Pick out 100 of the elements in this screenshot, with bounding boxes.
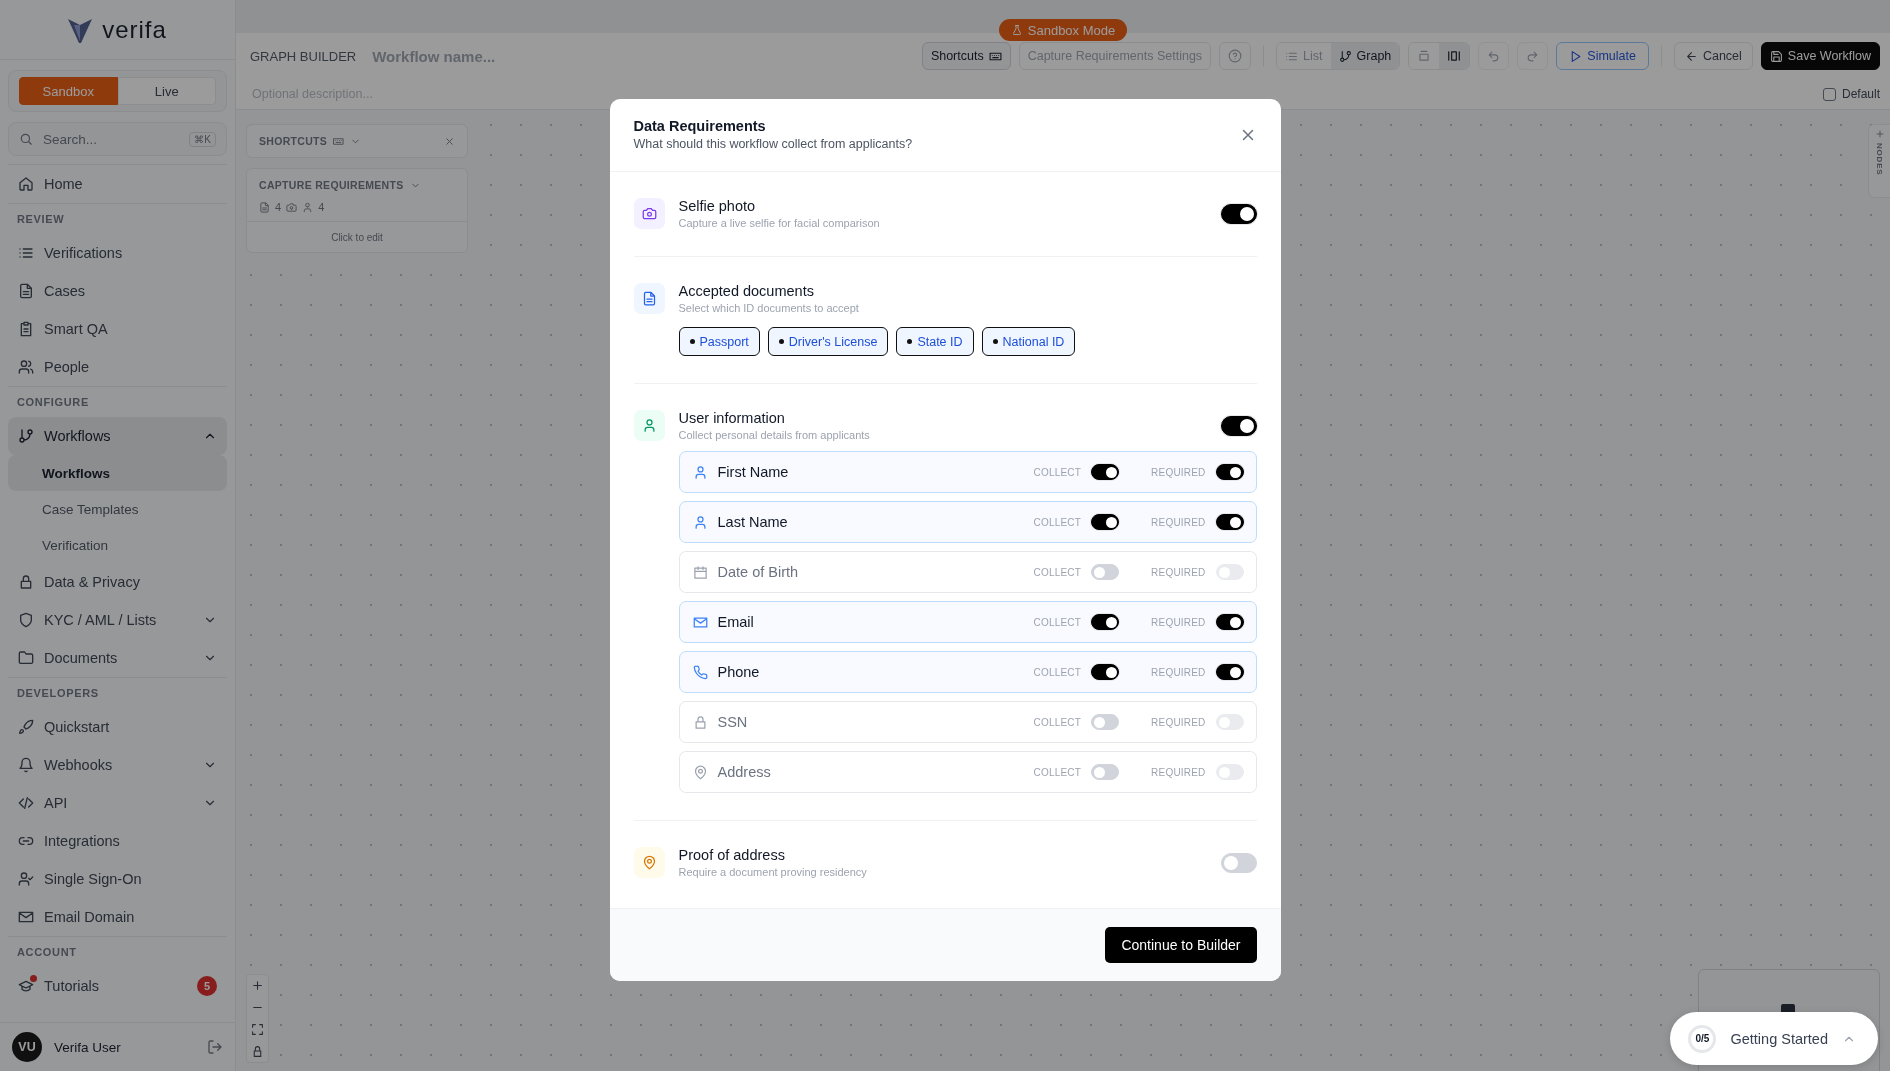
sidebar-item[interactable]: Tutorials 5 bbox=[8, 967, 227, 1005]
graduation-cap-icon bbox=[18, 978, 34, 994]
document-chip[interactable]: Driver's License bbox=[767, 327, 889, 356]
sidebar-item[interactable]: KYC / AML / Lists bbox=[8, 601, 227, 639]
view-tab[interactable]: Graph bbox=[1330, 43, 1400, 69]
lock-icon bbox=[692, 714, 708, 730]
toggle-switch[interactable] bbox=[1220, 203, 1257, 224]
lock-icon bbox=[18, 574, 34, 590]
logo-icon bbox=[68, 16, 93, 43]
search-box[interactable]: Search... ⌘K bbox=[8, 122, 227, 156]
document-icon bbox=[259, 201, 270, 213]
help-icon bbox=[1228, 49, 1243, 63]
required-label: REQUIRED bbox=[1151, 566, 1206, 578]
document-chip[interactable]: Passport bbox=[678, 327, 760, 356]
user-avatar[interactable]: VU bbox=[12, 1032, 42, 1062]
simulate-button[interactable]: Simulate bbox=[1556, 42, 1649, 70]
save-button[interactable]: Save Workflow bbox=[1760, 42, 1880, 70]
users-icon bbox=[18, 359, 34, 375]
section-description: Require a document proving residency bbox=[678, 866, 868, 878]
card-title: CAPTURE REQUIREMENTS bbox=[259, 179, 404, 191]
sidebar-item[interactable]: Smart QA bbox=[8, 310, 227, 348]
user-icon bbox=[641, 418, 657, 433]
sidebar-item[interactable]: Documents bbox=[8, 639, 227, 677]
toggle-switch[interactable] bbox=[1220, 415, 1257, 436]
arrow-left-icon bbox=[1684, 49, 1698, 63]
redo-icon bbox=[1526, 49, 1540, 63]
section-heading: ACCOUNT bbox=[17, 946, 77, 958]
user-icon bbox=[692, 464, 708, 480]
sidebar-item[interactable]: Verifications bbox=[8, 234, 227, 272]
location-pin-icon bbox=[641, 855, 657, 870]
document-chip[interactable]: State ID bbox=[896, 327, 974, 356]
branch-icon bbox=[1338, 49, 1352, 63]
environment-tab[interactable]: Live bbox=[117, 77, 216, 105]
cancel-button[interactable]: Cancel bbox=[1673, 42, 1753, 70]
sidebar-item[interactable]: Email Domain bbox=[8, 898, 227, 936]
document-icon bbox=[18, 283, 34, 299]
sidebar-item[interactable]: Workflows bbox=[8, 417, 227, 455]
sidebar-item[interactable]: People bbox=[8, 348, 227, 386]
field-label: First Name bbox=[717, 464, 790, 480]
continue-button[interactable]: Continue to Builder bbox=[1105, 927, 1257, 963]
dialog-subtitle: What should this workflow collect from applicants? bbox=[633, 137, 914, 151]
mail-icon bbox=[18, 909, 34, 925]
sidebar-item[interactable]: Cases bbox=[8, 272, 227, 310]
section-description: Select which ID documents to accept bbox=[678, 302, 860, 314]
search-field[interactable]: Search... bbox=[41, 130, 182, 148]
shortcut-hint: ⌘K bbox=[189, 131, 216, 147]
required-label: REQUIRED bbox=[1151, 466, 1206, 478]
required-label: REQUIRED bbox=[1151, 766, 1206, 778]
section-title: Selfie photo bbox=[678, 198, 757, 214]
collect-toggle[interactable] bbox=[1091, 614, 1120, 630]
shortcuts-button[interactable]: Shortcuts bbox=[921, 42, 1011, 70]
field-label: Email bbox=[717, 614, 755, 630]
document-chip[interactable]: National ID bbox=[981, 327, 1076, 356]
required-toggle[interactable] bbox=[1215, 664, 1244, 680]
sidebar-item[interactable]: Home bbox=[8, 165, 227, 203]
required-toggle[interactable] bbox=[1215, 614, 1244, 630]
undo-icon bbox=[1487, 49, 1501, 63]
required-label: REQUIRED bbox=[1151, 616, 1206, 628]
sidebar-item[interactable]: Quickstart bbox=[8, 708, 227, 746]
folder-icon bbox=[18, 650, 34, 666]
keyboard-icon bbox=[333, 135, 345, 147]
environment-tab[interactable]: Sandbox bbox=[19, 77, 118, 105]
required-toggle[interactable] bbox=[1215, 464, 1244, 480]
mail-icon bbox=[692, 614, 708, 630]
clipboard-icon bbox=[18, 321, 34, 337]
checkbox-label: Default bbox=[1841, 87, 1880, 101]
collect-toggle[interactable] bbox=[1091, 664, 1120, 680]
section-title: User information bbox=[678, 410, 786, 426]
camera-icon bbox=[286, 201, 298, 213]
sidebar-subitem[interactable]: Verification bbox=[8, 527, 227, 563]
section-heading: REVIEW bbox=[17, 213, 65, 225]
required-toggle[interactable] bbox=[1215, 514, 1244, 530]
code-icon bbox=[18, 795, 34, 811]
sidebar-item[interactable]: API bbox=[8, 784, 227, 822]
section-description: Collect personal details from applicants bbox=[678, 429, 871, 441]
sidebar-subitem[interactable]: Case Templates bbox=[8, 491, 227, 527]
logout-button[interactable] bbox=[207, 1039, 223, 1055]
branch-icon bbox=[18, 428, 34, 444]
getting-started-button[interactable]: 0/5 Getting Started bbox=[1670, 1012, 1878, 1065]
section-heading: DEVELOPERS bbox=[17, 687, 99, 699]
sidebar-item[interactable]: Single Sign-On bbox=[8, 860, 227, 898]
collect-toggle[interactable] bbox=[1091, 514, 1120, 530]
help-button[interactable] bbox=[1219, 42, 1252, 70]
sidebar-item[interactable]: Integrations bbox=[8, 822, 227, 860]
required-label: REQUIRED bbox=[1151, 666, 1206, 678]
count-badge: 5 bbox=[197, 976, 217, 996]
stacked-layout-icon bbox=[1417, 49, 1432, 63]
document-icon bbox=[641, 291, 657, 306]
calendar-icon bbox=[692, 564, 708, 580]
shortcuts-panel[interactable]: SHORTCUTS bbox=[246, 124, 468, 158]
collect-label: COLLECT bbox=[1033, 466, 1082, 478]
sidebar-subitem[interactable]: Workflows bbox=[8, 455, 227, 491]
layout-button[interactable] bbox=[1439, 43, 1470, 69]
workflow-name-field[interactable]: Workflow name... bbox=[370, 46, 575, 66]
capture-requirements-card[interactable]: CAPTURE REQUIREMENTS 4 4 Click to edit bbox=[246, 168, 468, 253]
collect-toggle[interactable] bbox=[1091, 464, 1120, 480]
sidebar-item[interactable]: Data & Privacy bbox=[8, 563, 227, 601]
sidebar-item[interactable]: Webhooks bbox=[8, 746, 227, 784]
default-checkbox[interactable] bbox=[1822, 87, 1836, 101]
nodes-tab[interactable]: NODES bbox=[1868, 124, 1890, 198]
